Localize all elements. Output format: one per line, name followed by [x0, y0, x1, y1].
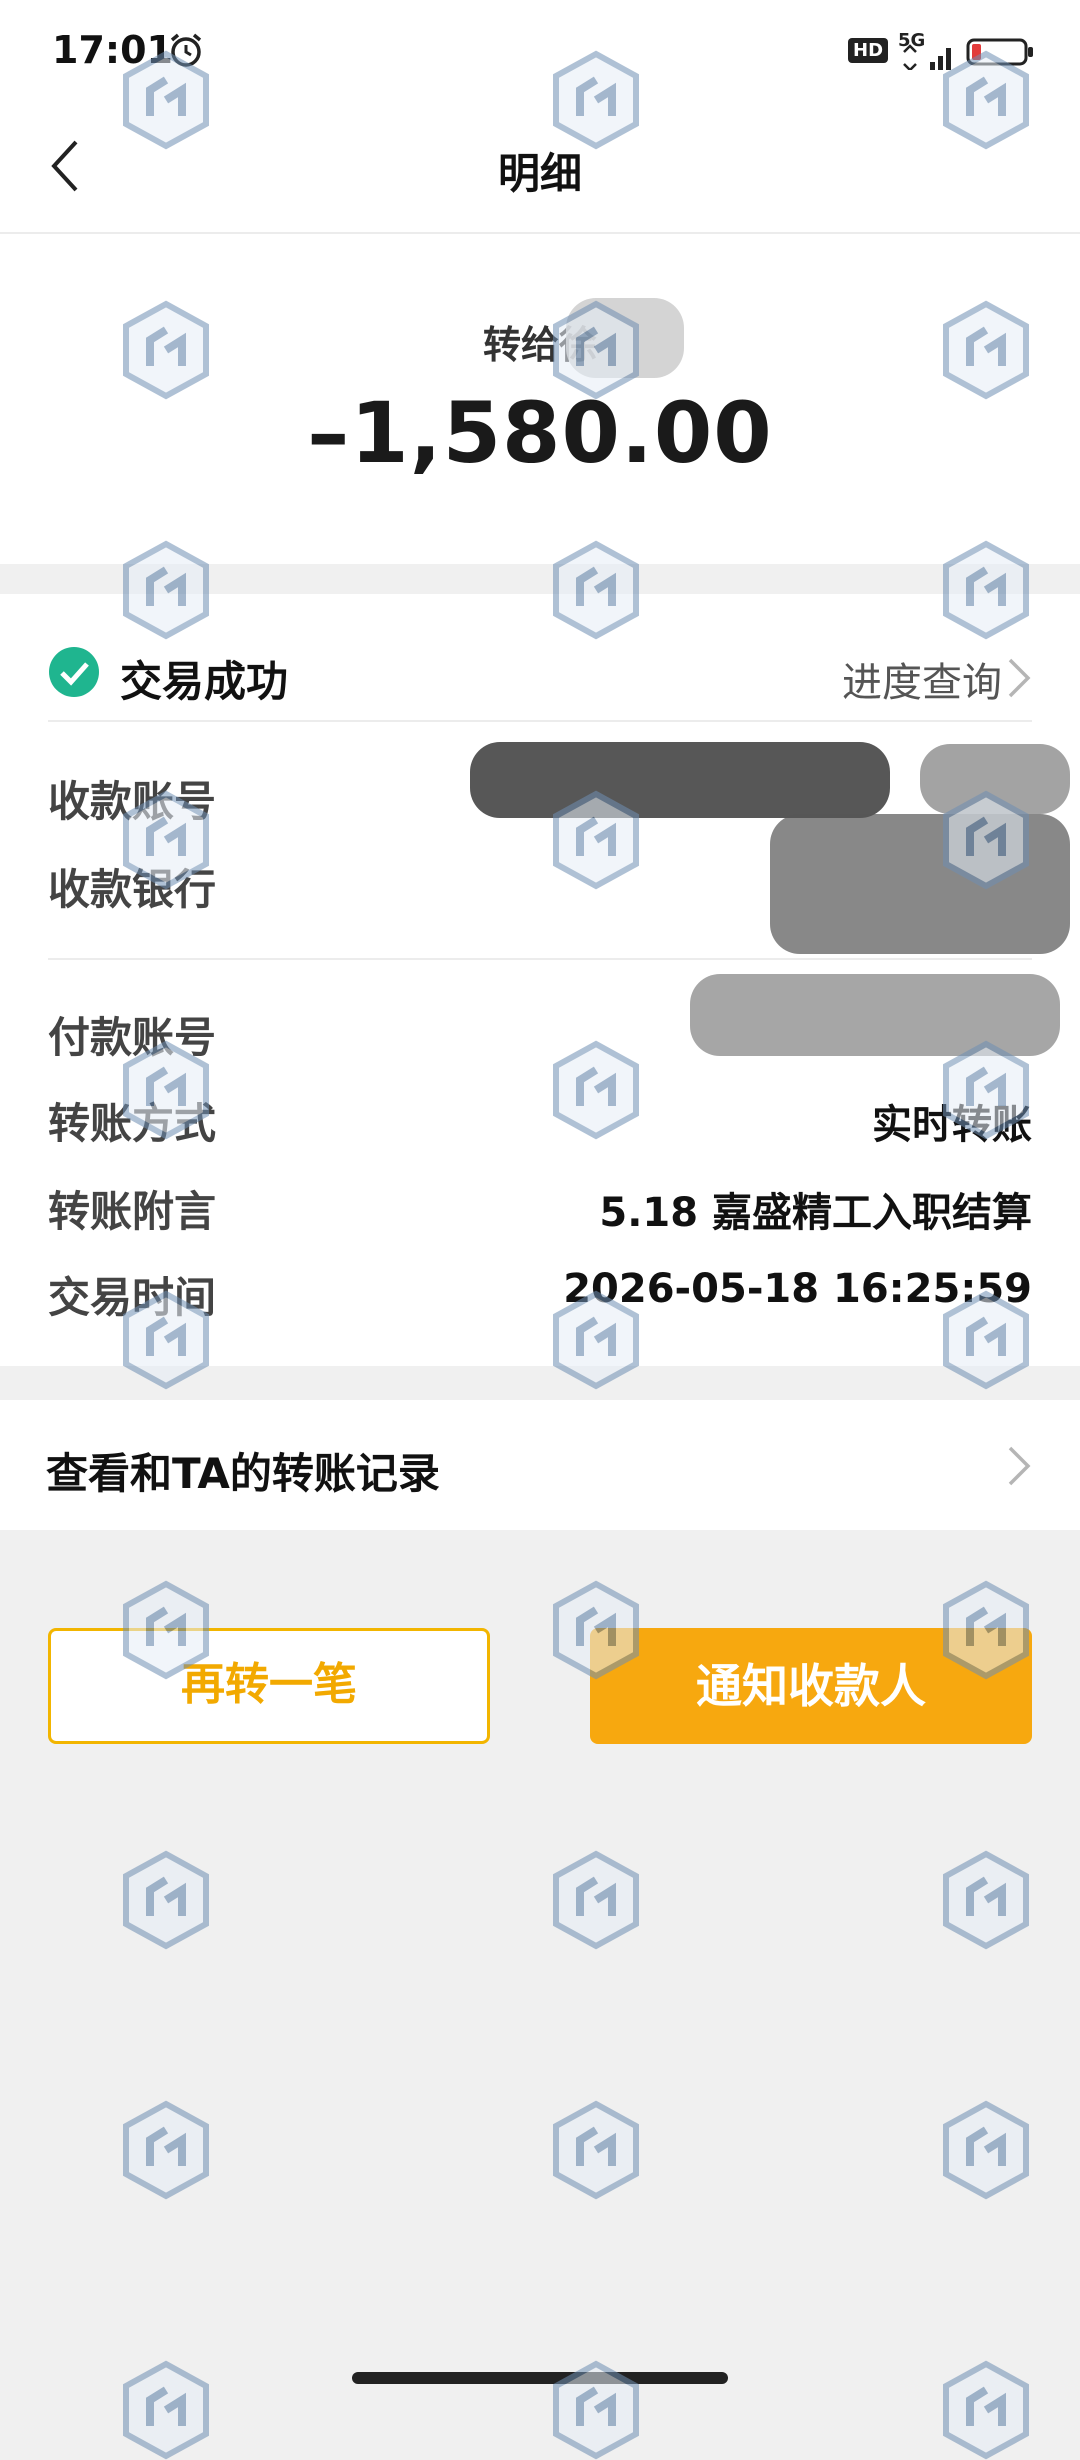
- status-time: 17:01: [52, 28, 173, 72]
- chevron-right-icon[interactable]: [1006, 656, 1032, 700]
- transfer-method-value: 实时转账: [872, 1102, 1032, 1148]
- payee-label: 转给徐: [482, 323, 597, 367]
- watermark-logo-icon: [123, 2100, 209, 2200]
- payee-bank-redaction: [770, 814, 1070, 954]
- watermark-logo-icon: [123, 2360, 209, 2460]
- divider: [48, 958, 1032, 960]
- detail-card: 交易成功 进度查询 收款账号 收款银行 付款账号 转账方式 实时转账 转账附言 …: [0, 594, 1080, 1366]
- notify-payee-button[interactable]: 通知收款人: [590, 1628, 1032, 1744]
- payee-name-redaction: [566, 298, 684, 378]
- transfer-amount: –1,580.00: [307, 384, 773, 482]
- payer-account-redaction: [690, 974, 1060, 1056]
- watermark-logo-icon: [123, 1850, 209, 1950]
- hd-badge: HD: [848, 38, 889, 63]
- payee-bank-label: 收款银行: [48, 865, 217, 914]
- amount-card: 转给徐 –1,580.00: [0, 234, 1080, 564]
- nav-bar: 明细: [0, 100, 1080, 234]
- watermark-logo-icon: [553, 2100, 639, 2200]
- payee-account-redaction: [470, 742, 890, 818]
- battery-low-icon: [966, 38, 1033, 66]
- watermark-logo-icon: [943, 2360, 1029, 2460]
- transfer-records-label: 查看和TA的转账记录: [46, 1449, 440, 1498]
- home-indicator[interactable]: [352, 2372, 728, 2384]
- payer-account-label: 付款账号: [48, 1013, 217, 1062]
- transaction-time-value: 2026-05-18 16:25:59: [563, 1266, 1032, 1312]
- payee-extra-redaction: [920, 744, 1070, 814]
- transfer-memo-label: 转账附言: [48, 1187, 217, 1236]
- transfer-memo-value: 5.18 嘉盛精工入职结算: [599, 1190, 1032, 1236]
- divider: [48, 720, 1032, 722]
- watermark-logo-icon: [553, 1850, 639, 1950]
- page-title: 明细: [497, 149, 582, 198]
- signal-icon: [903, 44, 951, 70]
- transaction-status: 交易成功: [120, 657, 289, 706]
- payee-account-label: 收款账号: [48, 777, 217, 826]
- watermark-logo-icon: [943, 2100, 1029, 2200]
- transaction-status-row: 交易成功 进度查询: [48, 626, 1032, 718]
- transfer-records-row[interactable]: 查看和TA的转账记录: [0, 1400, 1080, 1530]
- watermark-logo-icon: [943, 1850, 1029, 1950]
- chevron-right-icon: [1008, 1446, 1031, 1486]
- status-bar: 17:01 HD 5G: [0, 0, 1080, 100]
- transfer-method-label: 转账方式: [48, 1099, 217, 1148]
- progress-query-link[interactable]: 进度查询: [842, 650, 1002, 708]
- transaction-time-label: 交易时间: [48, 1273, 217, 1322]
- check-circle-icon: [49, 647, 99, 697]
- transfer-again-button[interactable]: 再转一笔: [48, 1628, 490, 1744]
- alarm-clock-icon: [170, 33, 202, 67]
